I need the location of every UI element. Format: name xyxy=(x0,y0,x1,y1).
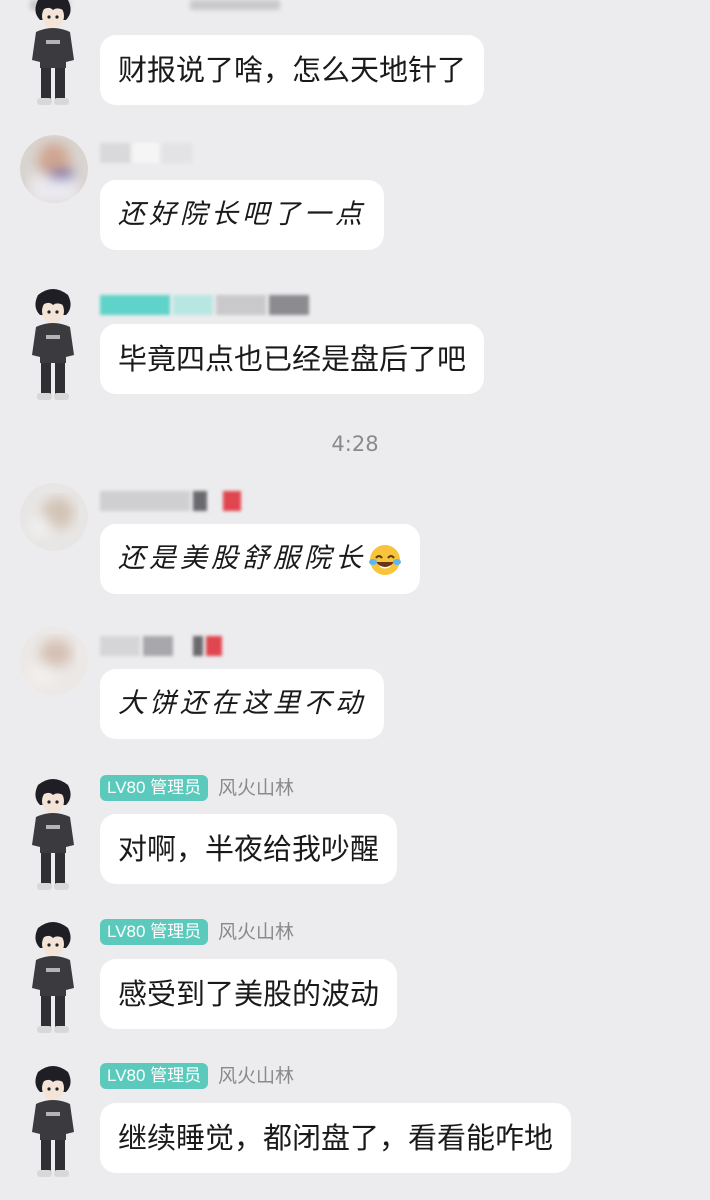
blurred-username xyxy=(100,142,192,164)
character-avatar-icon[interactable] xyxy=(20,0,86,110)
message-bubble[interactable]: 继续睡觉，都闭盘了，看看能咋地 xyxy=(100,1103,572,1173)
character-avatar-icon[interactable] xyxy=(20,1062,86,1182)
top-bar-cropped xyxy=(0,0,710,22)
message-bubble[interactable]: 财报说了啥，怎么天地针了 xyxy=(100,35,485,105)
message-bubble[interactable]: 还是美股舒服院长 xyxy=(100,524,420,594)
admin-level-badge: LV80 管理员 xyxy=(100,775,209,801)
blurred-username xyxy=(100,294,309,316)
blurred-photo-avatar[interactable] xyxy=(20,135,88,203)
message-text: 还是美股舒服院长 xyxy=(118,543,366,574)
sender-nickname[interactable]: 风火山林 xyxy=(218,919,294,945)
character-avatar-icon[interactable] xyxy=(20,285,86,405)
sender-nickname[interactable]: 风火山林 xyxy=(218,775,294,801)
tears-of-joy-emoji xyxy=(369,544,401,575)
admin-level-badge: LV80 管理员 xyxy=(100,919,209,945)
character-avatar-icon[interactable] xyxy=(20,775,86,895)
blurred-username xyxy=(100,635,222,657)
character-avatar-icon[interactable] xyxy=(20,918,86,1038)
message-bubble[interactable]: 大饼还在这里不动 xyxy=(100,669,384,739)
message-bubble[interactable]: 毕竟四点也已经是盘后了吧 xyxy=(100,324,485,394)
blurred-photo-avatar[interactable] xyxy=(20,483,88,551)
admin-level-badge: LV80 管理员 xyxy=(100,1063,209,1089)
timestamp: 4:28 xyxy=(331,432,379,456)
message-bubble[interactable]: 还好院长吧了一点 xyxy=(100,180,384,250)
message-bubble[interactable]: 感受到了美股的波动 xyxy=(100,959,398,1029)
sender-nickname[interactable]: 风火山林 xyxy=(218,1063,294,1089)
message-bubble[interactable]: 对啊，半夜给我吵醒 xyxy=(100,814,398,884)
blurred-photo-avatar[interactable] xyxy=(20,627,88,695)
blurred-username xyxy=(100,490,241,512)
